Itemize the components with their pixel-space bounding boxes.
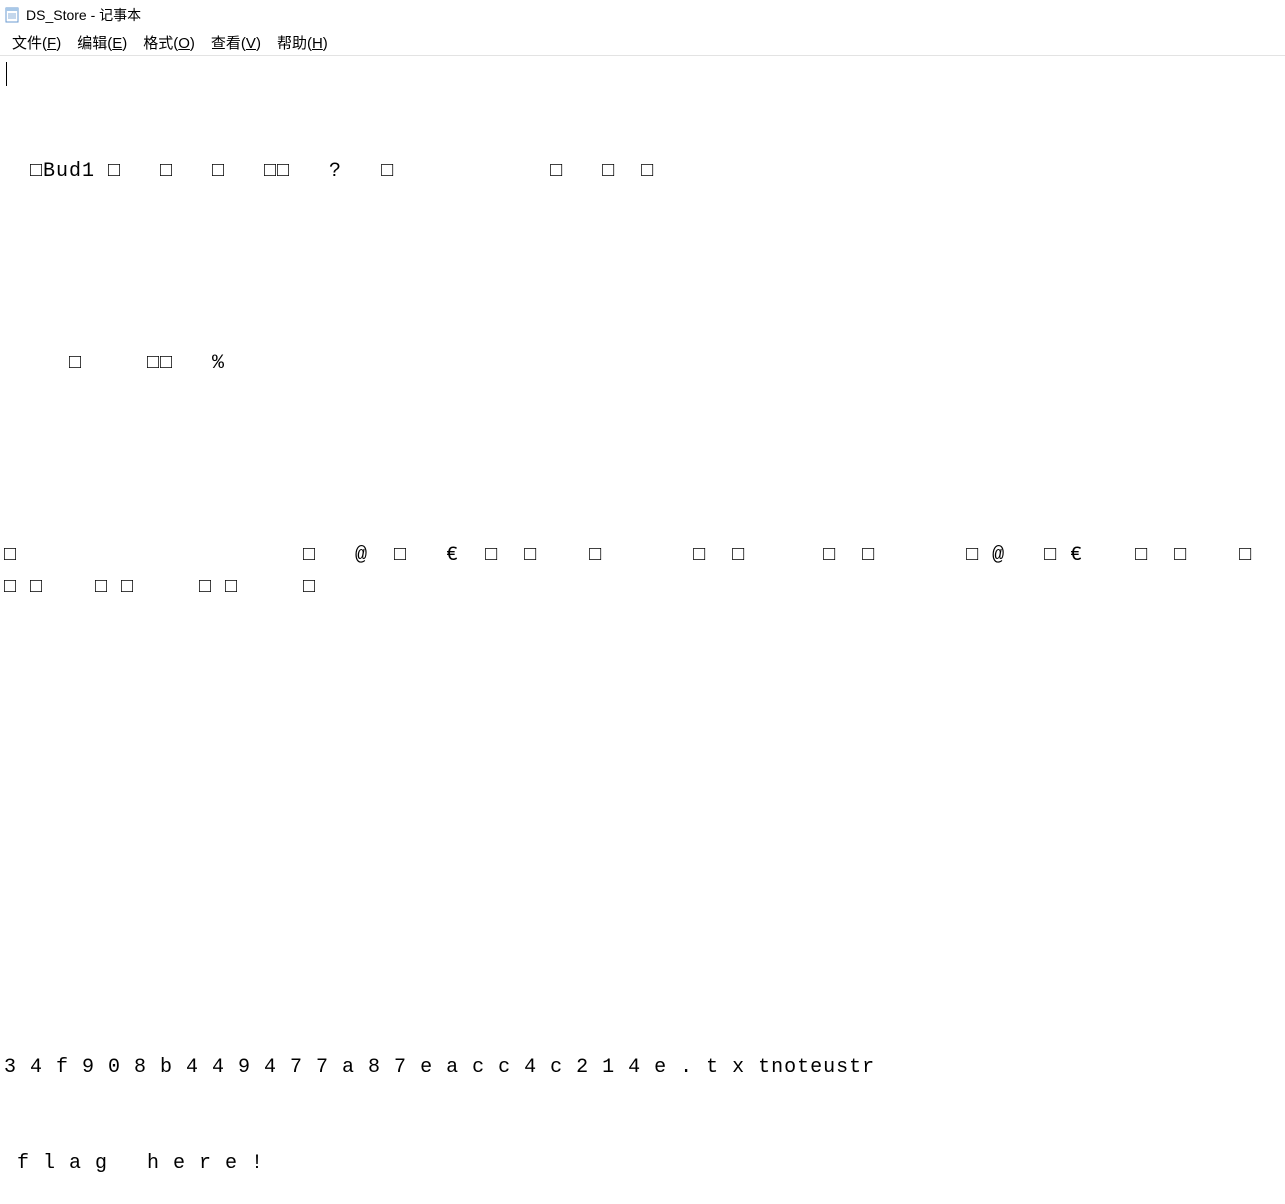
window-title: DS_Store - 记事本	[26, 5, 141, 25]
menu-help[interactable]: 帮助(H)	[269, 30, 336, 55]
menu-format-hotkey: O	[178, 35, 190, 52]
editor-line: □Bud1 □ □ □ □□ ? □ □ □ □	[4, 156, 1281, 188]
menu-format-label: 格式	[143, 35, 173, 52]
menu-view-hotkey: V	[246, 35, 256, 52]
titlebar: DS_Store - 记事本	[0, 0, 1285, 30]
menu-file[interactable]: 文件(F)	[4, 30, 69, 55]
editor-line: 3 4 f 9 0 8 b 4 4 9 4 7 7 a 8 7 e a c c …	[4, 1052, 1281, 1084]
menu-view-label: 查看	[211, 35, 241, 52]
notepad-icon	[4, 7, 20, 23]
editor-line	[4, 956, 1281, 988]
menu-edit-label: 编辑	[77, 35, 107, 52]
menu-help-label: 帮助	[277, 35, 307, 52]
editor-line	[4, 764, 1281, 796]
editor-line: f l a g h e r e !	[4, 1148, 1281, 1180]
editor-line: □ □ @ □ € □ □ □ □ □ □ □ □ @ □ € □ □ □ □ …	[4, 540, 1281, 604]
menu-file-label: 文件	[12, 35, 42, 52]
text-editor-area[interactable]: □Bud1 □ □ □ □□ ? □ □ □ □ □ □□ % □ □ @ □ …	[0, 56, 1285, 1204]
editor-line	[4, 252, 1281, 284]
editor-line	[4, 668, 1281, 700]
editor-line: □ □□ %	[4, 348, 1281, 380]
menubar: 文件(F) 编辑(E) 格式(O) 查看(V) 帮助(H)	[0, 30, 1285, 56]
editor-line	[4, 444, 1281, 476]
menu-edit-hotkey: E	[112, 35, 122, 52]
menu-format[interactable]: 格式(O)	[135, 30, 203, 55]
text-caret	[6, 62, 7, 86]
menu-edit[interactable]: 编辑(E)	[69, 30, 135, 55]
menu-file-hotkey: F	[47, 35, 56, 52]
editor-line	[4, 860, 1281, 892]
menu-view[interactable]: 查看(V)	[203, 30, 269, 55]
menu-help-hotkey: H	[312, 35, 323, 52]
